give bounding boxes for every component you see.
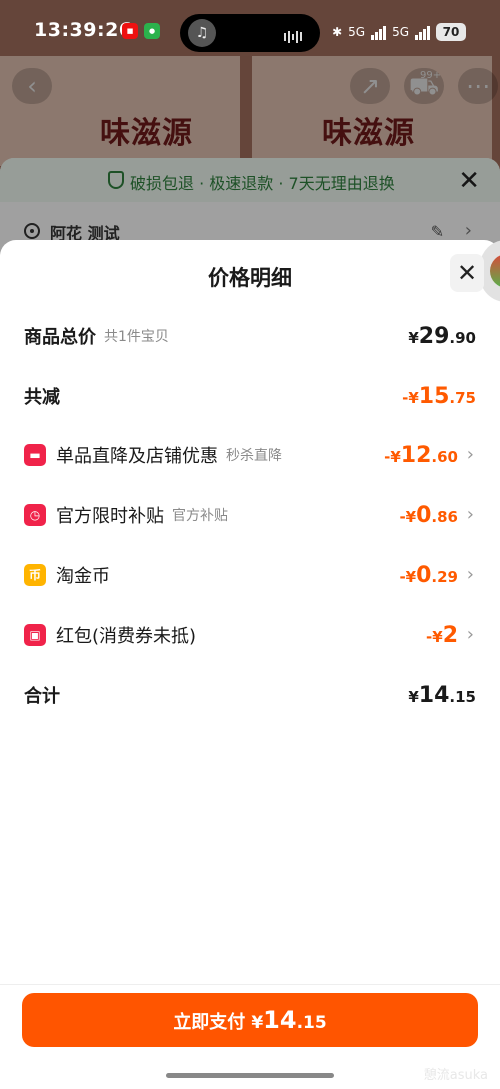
- chevron-right-icon: ›: [466, 444, 474, 465]
- pay-button-label: 立即支付: [173, 1012, 246, 1033]
- pay-amount-dec: .15: [296, 1013, 327, 1033]
- close-icon[interactable]: ✕: [450, 254, 484, 292]
- bluetooth-icon: ✱: [332, 25, 343, 39]
- row-sublabel: 官方补贴: [172, 508, 228, 524]
- row-amount: -¥ 2: [426, 622, 458, 648]
- pay-bar: 立即支付 ¥ 14 .15: [0, 984, 500, 1066]
- official-subsidy-row[interactable]: ◷ 官方限时补贴 官方补贴 -¥ 0.86 ›: [24, 500, 476, 530]
- chevron-right-icon: ›: [466, 564, 474, 585]
- row-label: 淘金币: [56, 566, 110, 587]
- total-discount-row: 共减 -¥ 15.75: [24, 381, 476, 411]
- row-amount: ¥29.90: [408, 323, 476, 349]
- row-amount: -¥ 0.86: [399, 502, 458, 528]
- row-amount: -¥ 0.29: [399, 562, 458, 588]
- row-sublabel: 共1件宝贝: [104, 329, 169, 345]
- row-label: 红包(消费券未抵): [56, 626, 197, 647]
- price-detail-sheet: 价格明细 ✕ 商品总价 共1件宝贝 ¥29.90 共减 -¥ 15.75 ▬ 单品…: [0, 240, 500, 1089]
- chevron-right-icon: ›: [466, 624, 474, 645]
- row-sublabel: 秒杀直降: [226, 448, 282, 464]
- coin-icon: 币: [24, 564, 46, 586]
- taojinbi-row[interactable]: 币 淘金币 -¥ 0.29 ›: [24, 560, 476, 590]
- row-label: 共减: [24, 387, 60, 408]
- store-discount-row[interactable]: ▬ 单品直降及店铺优惠 秒杀直降 -¥ 12.60 ›: [24, 440, 476, 470]
- home-indicator[interactable]: [166, 1073, 334, 1078]
- music-note-icon: ♫: [188, 19, 216, 47]
- sheet-title: 价格明细: [208, 266, 292, 290]
- dynamic-island: ♫: [180, 14, 320, 52]
- red-packet-row[interactable]: ▣ 红包(消费券未抵) -¥ 2 ›: [24, 620, 476, 650]
- status-time: 13:39:26: [34, 19, 133, 41]
- network-type-2: 5G: [392, 25, 409, 39]
- store-discount-icon: ▬: [24, 444, 46, 466]
- app-notification-icon: ■: [122, 23, 138, 39]
- row-label: 商品总价: [24, 327, 96, 348]
- status-bar: 13:39:26 ■ ● ♫ ✱ 5G 5G 70: [0, 14, 500, 52]
- red-packet-icon: ▣: [24, 624, 46, 646]
- row-amount: -¥ 15.75: [402, 383, 476, 409]
- row-label: 官方限时补贴: [56, 506, 164, 527]
- clock-subsidy-icon: ◷: [24, 504, 46, 526]
- pay-amount-int: 14: [263, 1006, 297, 1034]
- grand-total-row: 合计 ¥14.15: [24, 680, 476, 710]
- signal-icon-2: [415, 24, 430, 40]
- chat-notification-icon: ●: [144, 23, 160, 39]
- pay-now-button[interactable]: 立即支付 ¥ 14 .15: [22, 993, 478, 1047]
- network-type-1: 5G: [348, 25, 366, 39]
- pay-currency: ¥: [251, 1013, 264, 1033]
- signal-icon: [371, 24, 387, 40]
- row-label: 合计: [24, 686, 60, 707]
- status-icons: ✱ 5G 5G 70: [332, 21, 466, 43]
- watermark: 憩流asuka: [423, 1068, 488, 1083]
- row-amount: -¥ 12.60: [384, 442, 458, 468]
- audio-wave-icon: [284, 26, 306, 43]
- battery-icon: 70: [436, 23, 466, 41]
- chevron-right-icon: ›: [466, 504, 474, 525]
- row-label: 单品直降及店铺优惠: [56, 446, 218, 467]
- total-goods-row: 商品总价 共1件宝贝 ¥29.90: [24, 321, 476, 351]
- row-amount: ¥14.15: [408, 682, 476, 708]
